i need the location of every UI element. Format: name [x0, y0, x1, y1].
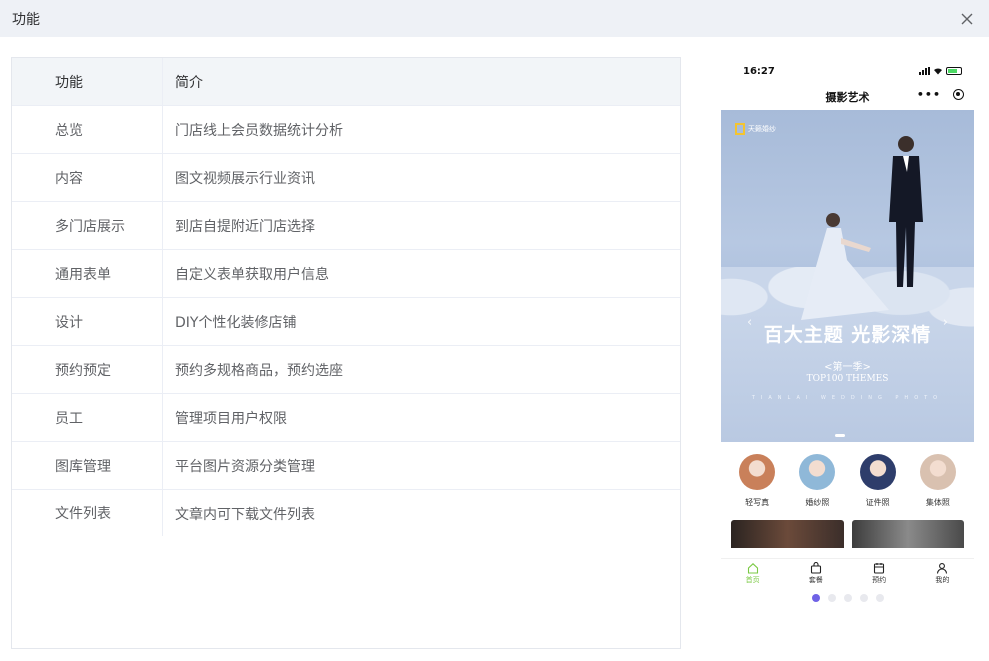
mini-program-navbar: 摄影艺术 •••	[721, 84, 974, 110]
column-header-feature: 功能	[12, 58, 163, 105]
capsule-menu: •••	[917, 88, 964, 101]
column-header-intro: 简介	[175, 74, 203, 91]
pagination-dot[interactable]	[859, 594, 868, 602]
feature-table: 功能 简介 总览 门店线上会员数据统计分析 内容 图文视频展示行业资讯 多门店展…	[11, 57, 681, 649]
feature-name: 多门店展示	[12, 202, 163, 249]
table-row: 通用表单 自定义表单获取用户信息	[12, 250, 680, 298]
banner-indicator	[835, 434, 845, 437]
category-avatar	[799, 454, 836, 490]
user-icon	[937, 563, 948, 574]
dialog-title: 功能	[12, 11, 40, 28]
feature-intro: 到店自提附近门店选择	[175, 218, 315, 235]
feature-intro: 平台图片资源分类管理	[175, 458, 315, 475]
featured-thumbnail[interactable]	[851, 520, 964, 548]
close-mini-program-icon[interactable]	[953, 89, 964, 100]
table-row: 图库管理 平台图片资源分类管理	[12, 442, 680, 490]
battery-icon	[946, 67, 962, 75]
tab-package[interactable]: 套餐	[791, 559, 841, 588]
tab-booking[interactable]: 预约	[854, 559, 904, 588]
pagination-dot[interactable]	[811, 594, 820, 602]
pagination-dot[interactable]	[875, 594, 884, 602]
tab-label: 首页	[745, 576, 760, 584]
brand-logo: 天籁婚纱	[735, 123, 776, 135]
category-label: 证件照	[865, 498, 890, 507]
banner-subtitle-en: TOP100 THEMES	[806, 374, 889, 384]
category-avatar	[919, 454, 956, 490]
banner-subtitle: <第一季>	[824, 362, 871, 373]
feature-intro: 预约多规格商品，预约选座	[175, 362, 343, 379]
close-icon	[961, 13, 973, 24]
banner-tagline: TIANLAI WEDDING PHOTO	[751, 395, 944, 401]
wifi-icon	[934, 68, 942, 75]
category-list: 轻写真 婚纱照 证件照 集体照	[721, 442, 974, 508]
calendar-icon	[874, 563, 885, 574]
bride-figure	[801, 213, 889, 320]
nav-title: 摄影艺术	[825, 91, 870, 104]
phone-preview: 16:27 摄影艺术 ••• 天籁婚纱 ‹ › 百大主题 光影深情 <第一季> …	[721, 58, 974, 608]
table-row: 总览 门店线上会员数据统计分析	[12, 106, 680, 154]
feature-name: 图库管理	[12, 442, 163, 489]
close-button[interactable]	[957, 9, 977, 29]
status-icons	[919, 67, 962, 75]
table-row: 设计 DIY个性化装修店铺	[12, 298, 680, 346]
category-label: 集体照	[925, 498, 950, 507]
feature-intro: 图文视频展示行业资讯	[175, 170, 315, 187]
feature-name: 文件列表	[12, 490, 163, 536]
banner-title: 百大主题 光影深情	[763, 324, 932, 346]
table-row: 多门店展示 到店自提附近门店选择	[12, 202, 680, 250]
feature-name: 通用表单	[12, 250, 163, 297]
bag-icon	[810, 562, 821, 574]
tab-label: 我的	[935, 576, 950, 584]
table-header-row: 功能 简介	[12, 58, 680, 106]
more-icon[interactable]: •••	[917, 88, 941, 101]
category-item[interactable]: 轻写真	[731, 454, 783, 508]
category-avatar	[859, 454, 896, 490]
feature-name: 内容	[12, 154, 163, 201]
feature-intro: 文章内可下载文件列表	[175, 507, 315, 523]
feature-name: 设计	[12, 298, 163, 345]
category-item[interactable]: 婚纱照	[791, 454, 843, 508]
home-icon	[747, 563, 758, 574]
table-row: 内容 图文视频展示行业资讯	[12, 154, 680, 202]
logo-mark-icon	[735, 123, 745, 135]
tab-home[interactable]: 首页	[728, 559, 778, 588]
feature-dialog: 功能 功能 简介 总览 门店线上会员数据统计分析 内容 图文视频展示行业资讯 多…	[0, 0, 989, 661]
tab-mine[interactable]: 我的	[917, 559, 967, 588]
feature-intro: DIY个性化装修店铺	[175, 314, 297, 331]
tab-label: 套餐	[808, 576, 823, 584]
category-avatar	[739, 454, 776, 490]
table-row: 预约预定 预约多规格商品，预约选座	[12, 346, 680, 394]
category-label: 轻写真	[745, 498, 770, 507]
tab-label: 预约	[872, 576, 887, 584]
table-row: 文件列表 文章内可下载文件列表	[12, 490, 680, 538]
featured-thumbnails	[721, 508, 974, 548]
feature-name: 员工	[12, 394, 163, 441]
pagination-dot[interactable]	[843, 594, 852, 602]
pagination-dot[interactable]	[827, 594, 836, 602]
signal-icon	[919, 67, 930, 75]
featured-thumbnail[interactable]	[731, 520, 844, 548]
preview-pagination	[721, 594, 974, 602]
feature-intro: 管理项目用户权限	[175, 410, 287, 427]
bottom-tabbar: 首页 套餐 预约 我的	[721, 558, 974, 588]
category-item[interactable]: 集体照	[912, 454, 964, 508]
feature-intro: 自定义表单获取用户信息	[175, 266, 329, 283]
category-label: 婚纱照	[805, 498, 830, 507]
category-item[interactable]: 证件照	[852, 454, 904, 508]
feature-name: 预约预定	[12, 346, 163, 393]
status-time: 16:27	[743, 65, 775, 77]
logo-text: 天籁婚纱	[748, 125, 776, 133]
dialog-header: 功能	[0, 0, 989, 37]
feature-intro: 门店线上会员数据统计分析	[175, 122, 343, 139]
status-bar: 16:27	[721, 58, 974, 84]
banner-image[interactable]: 天籁婚纱 ‹ › 百大主题 光影深情 <第一季> TOP100 THEMES T…	[721, 110, 974, 442]
feature-name: 总览	[12, 106, 163, 153]
table-row: 员工 管理项目用户权限	[12, 394, 680, 442]
